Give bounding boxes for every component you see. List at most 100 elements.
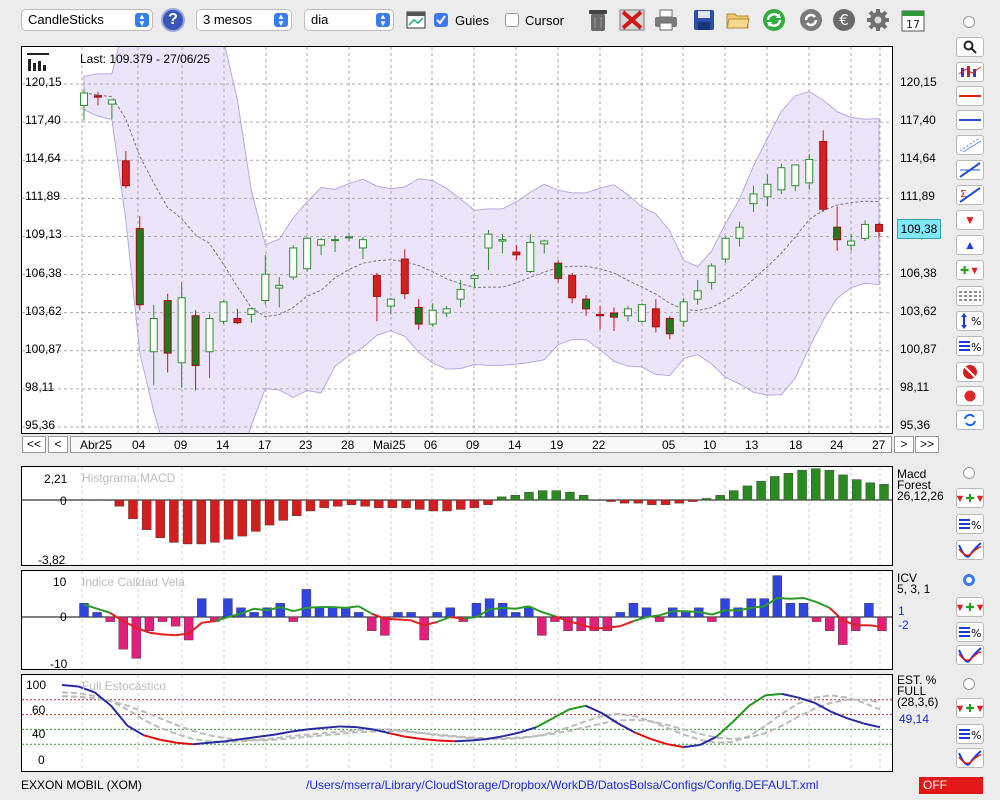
stop-button[interactable] [956,362,984,382]
candle-body [177,297,186,364]
stochastic-k-line [241,735,259,741]
stochastic-curve-button[interactable] [956,748,984,768]
macd-bar [169,499,179,543]
date-tick-label: Abr25 [80,438,113,452]
macd-bar [742,485,753,501]
trash-button[interactable] [584,6,612,34]
trend-line-button[interactable] [956,160,984,180]
refresh-button[interactable] [760,6,788,34]
icv-bar [367,616,377,632]
calendar-button[interactable]: 17 [899,6,927,34]
stochastic-k-line [438,739,455,743]
horizontal-line-blue-button[interactable] [956,110,984,130]
nav-last-button[interactable]: >> [915,436,939,453]
panel-radio-icv[interactable] [963,574,975,586]
config-path-link[interactable]: /Users/mserra/Library/CloudStorage/Dropb… [306,778,818,792]
candle-body [582,298,591,310]
icv-bar [707,616,717,622]
stochastic-lines-percent-button[interactable]: % [956,724,984,744]
nav-next-button[interactable]: > [894,436,914,453]
arrow-down-button[interactable]: ▼ [956,210,984,230]
open-button[interactable] [724,6,752,34]
delete-button[interactable] [618,6,646,34]
icv-panel[interactable]: Indice Calidad Vela 10 0 -10 [21,570,893,671]
macd-bar [688,499,698,502]
icv-lines-percent-button[interactable]: % [956,622,984,642]
fibonacci-button[interactable]: Σ [956,185,984,205]
date-tick-label: Mai25 [373,438,406,452]
price-tick-label: 111,89 [900,189,935,204]
panel-radio-macd[interactable] [963,467,975,479]
chart-window-button[interactable] [402,6,430,34]
icv-bar [681,612,691,618]
settings-button[interactable] [864,6,892,34]
chart-type-select[interactable]: CandleSticks ▲ ▼ [21,9,153,31]
sync-button[interactable] [797,6,825,34]
currency-button[interactable]: € [830,6,858,34]
channel-button[interactable] [956,135,984,155]
icv-bar [144,616,155,632]
lines-percent-button[interactable]: % [956,336,984,356]
svg-text:%: % [971,519,981,532]
add-remove-button[interactable]: ✚▼ [956,260,984,280]
date-tick-label: 09 [174,438,188,452]
nav-first-button[interactable]: << [22,436,46,453]
stochastic-k-line [585,704,603,715]
record-button[interactable] [956,386,984,406]
macd-panel[interactable]: Histgrama MACD 2,21 0 -3,82 [21,466,893,567]
icv-bar [445,607,455,618]
candles-overlay-button[interactable] [956,62,984,82]
candle [721,236,730,264]
price-chart-panel[interactable]: Last: 109.379 - 27/06/25 [21,46,893,434]
zoom-button[interactable] [956,37,984,57]
stochastic-value: 49,14 [899,712,930,726]
interval-select[interactable]: dia ▲ ▼ [304,9,394,31]
macd-bar [455,499,466,510]
icv-signal-line [332,606,346,609]
candle-body [414,306,423,325]
help-button[interactable]: ? [161,8,185,32]
price-tick-label: 106,38 [25,265,62,280]
macd-move-button[interactable]: ▼✚▼ [955,488,986,508]
stochastic-panel[interactable]: Full Estocástico 100 60 40 0 [21,674,893,772]
candle [135,216,144,311]
icv-bar [406,612,416,618]
swap-button[interactable] [956,410,984,430]
panel-radio-main[interactable] [963,16,975,28]
panel-radio-stochastic[interactable] [963,678,975,690]
print-button[interactable] [652,6,680,34]
guides-checkbox[interactable] [434,13,448,27]
stochastic-move-button[interactable]: ▼✚▼ [955,698,986,718]
macd-curve-button[interactable] [956,540,984,560]
candle-body [470,275,479,279]
cursor-checkbox[interactable] [505,13,519,27]
chevron-updown-icon: ▲ ▼ [135,13,149,28]
lines-button[interactable] [956,286,984,306]
icv-move-button[interactable]: ▼✚▼ [955,597,986,617]
stochastic-k-line [830,710,848,720]
stochastic-k-line [388,732,406,738]
scale-percent-button[interactable]: % [956,311,984,331]
macd-bar [838,474,848,501]
candle [303,236,312,272]
stochastic-k-line [421,738,439,742]
off-toggle[interactable]: OFF [919,777,983,794]
candle [219,300,228,325]
candle-body [93,95,102,98]
candle-body [163,300,172,354]
icv-signal-line [685,610,699,614]
macd-bar [551,490,561,501]
period-select[interactable]: 3 mesos ▲ ▼ [196,9,292,31]
macd-y-bottom: -3,82 [38,553,66,567]
price-tick-label: 120,15 [25,75,62,89]
nav-prev-button[interactable]: < [48,436,68,453]
candle-body [303,237,312,270]
price-tick-label: 114,64 [900,151,936,166]
candle-body [707,265,716,284]
macd-lines-percent-button[interactable]: % [956,514,984,534]
save-button[interactable] [690,6,718,34]
candle-body [498,239,507,242]
arrow-up-button[interactable]: ▲ [956,235,984,255]
icv-curve-button[interactable] [956,645,984,665]
horizontal-line-red-button[interactable] [956,86,984,106]
